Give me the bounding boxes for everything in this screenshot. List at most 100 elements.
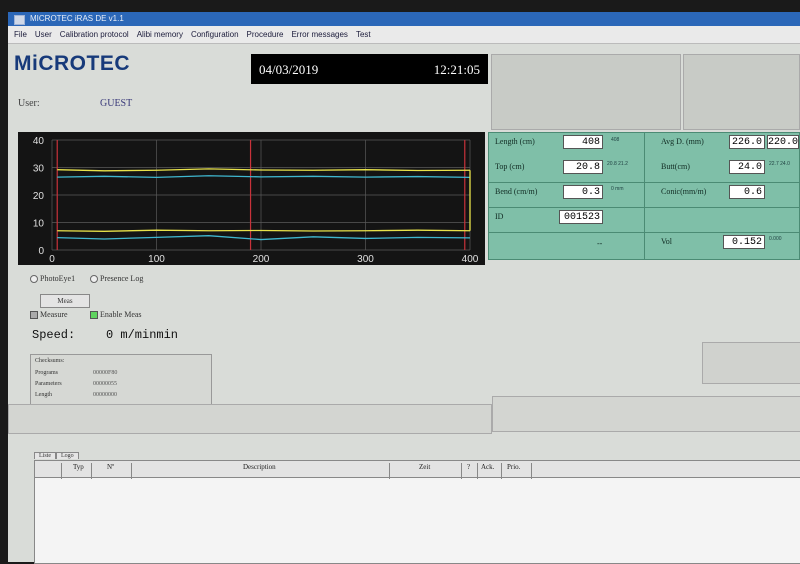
col-typ[interactable]: Typ <box>73 463 84 471</box>
y-tick-label: 10 <box>33 219 45 230</box>
measure-label: Measure <box>40 310 68 319</box>
time-text: 12:21:05 <box>433 62 480 77</box>
col-question[interactable]: ? <box>467 463 470 471</box>
speed-value: 0 m/minmin <box>106 328 179 342</box>
menu-calibration[interactable]: Calibration protocol <box>60 26 129 43</box>
radio-icon <box>90 275 98 284</box>
radio-icon <box>30 275 38 284</box>
menu-bar: File User Calibration protocol Alibi mem… <box>8 26 800 44</box>
user-label: User: <box>18 98 40 109</box>
enable-label: Enable Meas <box>100 310 142 319</box>
butt-value: 24.0 <box>729 160 765 174</box>
length-label: Length (cm) <box>495 137 535 146</box>
id-value: 001523 <box>559 210 603 224</box>
col-description[interactable]: Description <box>243 463 276 471</box>
col-ack[interactable]: Ack. <box>481 463 494 471</box>
date-text: 04/03/2019 <box>259 62 319 77</box>
message-tabs: Liste Logo <box>34 452 79 459</box>
x-tick-label: 0 <box>49 254 55 265</box>
col-prio[interactable]: Prio. <box>507 463 520 471</box>
photoeye-option[interactable]: PhotoEye1 <box>30 274 76 284</box>
header-panel-2 <box>683 54 800 130</box>
tab-logo[interactable]: Logo <box>56 452 79 459</box>
y-tick-label: 20 <box>33 191 45 202</box>
top-value: 20.8 <box>563 160 603 174</box>
checksums-title: Checksums: <box>35 358 65 364</box>
x-tick-label: 200 <box>253 254 270 265</box>
panel-divider <box>489 232 799 233</box>
vol-value: 0.152 <box>723 235 765 249</box>
tab-list[interactable]: Liste <box>34 452 56 459</box>
bend-sub: 0 mm <box>611 186 624 192</box>
checksum-length-value: 00000000 <box>93 392 117 398</box>
y-tick-label: 0 <box>38 246 44 257</box>
checkbox-icon <box>30 311 38 320</box>
checksum-programs-value: 00000F80 <box>93 370 118 376</box>
bend-value: 0.3 <box>563 185 603 199</box>
measure-option[interactable]: Measure <box>30 310 68 320</box>
checksum-programs-label: Programs <box>35 370 58 376</box>
series-line <box>57 235 471 241</box>
checksum-parameters-label: Parameters <box>35 381 62 387</box>
profile-chart: 0 10 20 30 40 0 100 200 300 400 <box>18 132 485 265</box>
col-zeit[interactable]: Zeit <box>419 463 430 471</box>
info-panel-left <box>8 404 492 434</box>
title-bar: MICROTEC iRAS DE v1.1 <box>8 12 800 26</box>
header-cell <box>35 463 62 479</box>
menu-alibi[interactable]: Alibi memory <box>137 26 183 43</box>
presence-label: Presence Log <box>100 274 144 283</box>
checksum-parameters-value: 00000055 <box>93 381 117 387</box>
y-tick-label: 30 <box>33 164 45 175</box>
length-sub: 408 <box>611 137 620 143</box>
top-sub: 20.8 21.2 <box>607 161 628 167</box>
panel-divider <box>489 182 799 183</box>
series-line <box>57 175 471 179</box>
measurement-panel: Length (cm) 408 408 Avg D. (mm) 226.0 22… <box>488 132 800 260</box>
status-panel <box>702 342 800 384</box>
checkbox-icon <box>90 311 98 320</box>
conic-value: 0.6 <box>729 185 765 199</box>
menu-error-messages[interactable]: Error messages <box>291 26 347 43</box>
window-title: MICROTEC iRAS DE v1.1 <box>30 14 124 23</box>
enable-option[interactable]: Enable Meas <box>90 310 142 320</box>
menu-file[interactable]: File <box>14 26 27 43</box>
top-label: Top (cm) <box>495 162 525 171</box>
presence-option[interactable]: Presence Log <box>90 274 144 284</box>
app-window: MICROTEC iRAS DE v1.1 File User Calibrat… <box>8 12 800 564</box>
datetime-display: 04/03/2019 12:21:05 <box>251 54 488 84</box>
menu-test[interactable]: Test <box>356 26 371 43</box>
dash-text: -- <box>597 239 603 248</box>
meas-button[interactable]: Meas <box>40 294 90 308</box>
menu-user[interactable]: User <box>35 26 52 43</box>
table-header: Typ Nº Description Zeit ? Ack. Prio. <box>35 461 800 479</box>
col-number[interactable]: Nº <box>107 463 114 471</box>
vol-sub: 0.000 <box>769 236 782 242</box>
checksum-length-label: Length <box>35 392 52 398</box>
butt-sub: 22.7 24.0 <box>769 161 790 167</box>
photoeye-label: PhotoEye1 <box>40 274 76 283</box>
profile-chart-svg: 0102030400 100 200 300 400 <box>33 136 479 265</box>
brand-logo: MiCROTEC <box>14 52 130 75</box>
menu-procedure[interactable]: Procedure <box>247 26 284 43</box>
user-value: GUEST <box>100 98 133 109</box>
y-tick-label: 40 <box>33 136 45 147</box>
messages-table: Typ Nº Description Zeit ? Ack. Prio. <box>34 460 800 564</box>
series-line <box>57 168 471 172</box>
panel-divider <box>489 207 799 208</box>
conic-label: Conic(mm/m) <box>661 187 707 196</box>
x-tick-label: 100 <box>148 254 165 265</box>
vol-label: Vol <box>661 237 672 246</box>
menu-configuration[interactable]: Configuration <box>191 26 239 43</box>
speed-label: Speed: <box>32 328 76 342</box>
length-value: 408 <box>563 135 603 149</box>
app-icon <box>14 15 25 25</box>
avg-d-value-2: 220.0 <box>767 135 799 149</box>
series-line <box>57 229 471 232</box>
butt-label: Butt(cm) <box>661 162 690 171</box>
x-tick-label: 400 <box>462 254 479 265</box>
id-label: ID <box>495 212 504 221</box>
x-tick-label: 300 <box>357 254 374 265</box>
panel-divider <box>644 133 645 259</box>
avg-d-value-1: 226.0 <box>729 135 765 149</box>
info-panel-right <box>492 396 800 432</box>
